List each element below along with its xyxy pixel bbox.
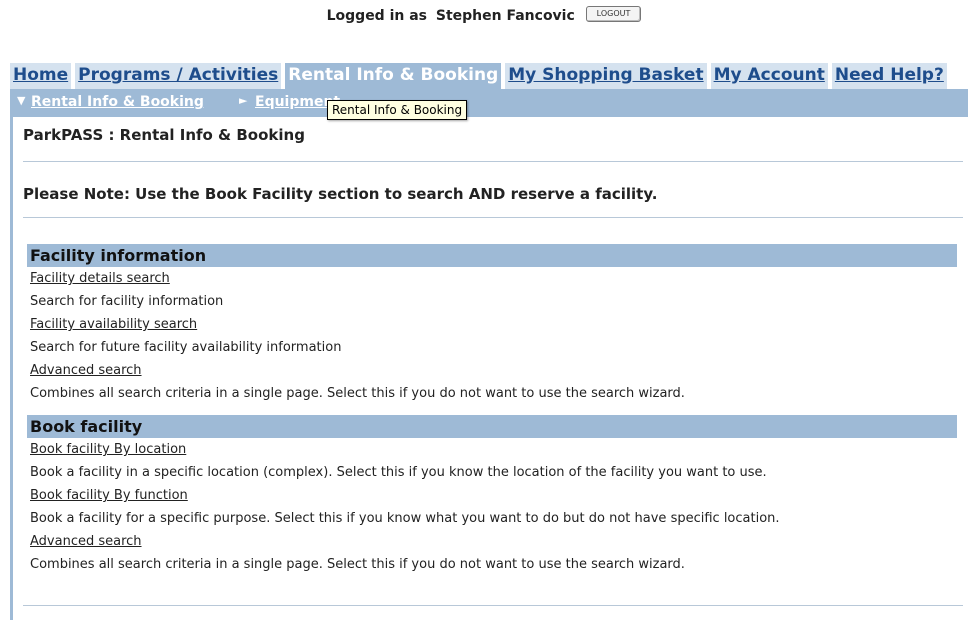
tab-home[interactable]: Home xyxy=(10,63,72,89)
logout-button[interactable]: LOGOUT xyxy=(585,6,642,22)
advanced-search-desc: Combines all search criteria in a single… xyxy=(30,386,685,401)
logged-in-label: Logged in as xyxy=(326,8,428,24)
facility-availability-search-desc: Search for future facility availability … xyxy=(30,340,342,355)
tab-my-account[interactable]: My Account xyxy=(710,63,828,89)
facility-details-search-desc: Search for facility information xyxy=(30,294,224,309)
section-header: Book facility xyxy=(27,415,957,438)
tooltip: Rental Info & Booking xyxy=(327,100,468,120)
user-name: Stephen Fancovic xyxy=(435,8,575,24)
session-bar: Logged in as Stephen Fancovic LOGOUT xyxy=(0,6,968,24)
page-title: ParkPASS : Rental Info & Booking xyxy=(23,126,305,144)
tab-programs-activities[interactable]: Programs / Activities xyxy=(75,63,282,89)
divider xyxy=(23,605,963,606)
book-facility-by-location-link[interactable]: Book facility By location xyxy=(27,438,957,461)
book-facility-by-location-desc: Book a facility in a specific location (… xyxy=(30,465,767,480)
main-content: ParkPASS : Rental Info & Booking Please … xyxy=(10,117,968,620)
section-book-facility: Book facility Book facility By location … xyxy=(27,415,957,576)
section-facility-information: Facility information Facility details se… xyxy=(27,244,957,405)
subnav-rental-info-booking[interactable]: Rental Info & Booking xyxy=(31,94,204,110)
divider xyxy=(23,161,963,162)
sub-navigation: ▼ Rental Info & Booking ► Equipment xyxy=(10,89,968,117)
tab-my-shopping-basket[interactable]: My Shopping Basket xyxy=(505,63,707,89)
triangle-down-icon: ▼ xyxy=(17,94,26,107)
advanced-search-desc: Combines all search criteria in a single… xyxy=(30,557,685,572)
section-header: Facility information xyxy=(27,244,957,267)
book-facility-by-function-desc: Book a facility for a specific purpose. … xyxy=(30,511,780,526)
advanced-search-link[interactable]: Advanced search xyxy=(27,359,957,382)
facility-details-search-link[interactable]: Facility details search xyxy=(27,267,957,290)
advanced-search-link[interactable]: Advanced search xyxy=(27,530,957,553)
main-nav-tabs: Home Programs / Activities Rental Info &… xyxy=(10,63,947,89)
divider xyxy=(23,217,963,218)
book-facility-by-function-link[interactable]: Book facility By function xyxy=(27,484,957,507)
page-note: Please Note: Use the Book Facility secti… xyxy=(23,185,658,203)
tab-need-help[interactable]: Need Help? xyxy=(831,63,947,89)
tab-rental-info-booking[interactable]: Rental Info & Booking xyxy=(285,63,502,89)
triangle-right-icon: ► xyxy=(239,94,248,107)
facility-availability-search-link[interactable]: Facility availability search xyxy=(27,313,957,336)
